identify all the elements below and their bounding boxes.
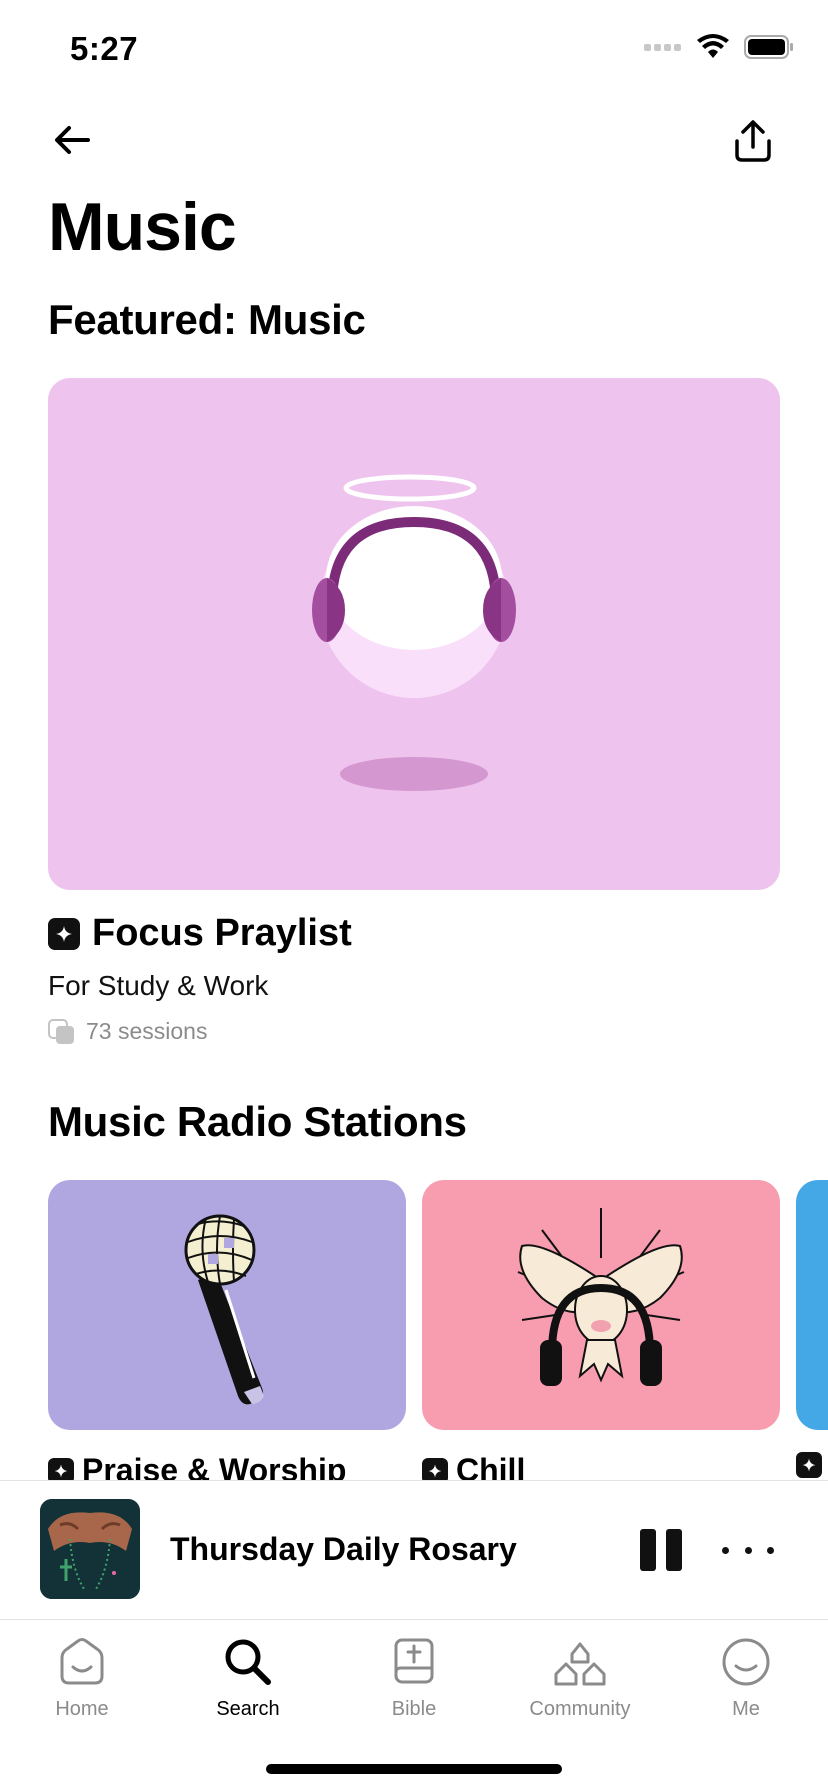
status-time: 5:27 (70, 30, 139, 67)
featured-subtitle: For Study & Work (48, 970, 269, 1001)
microphone-illustration (184, 1214, 264, 1405)
arrow-left-icon (55, 126, 90, 154)
pause-icon-bar (666, 1529, 682, 1571)
headphones-halo-illustration (312, 474, 516, 791)
status-bar: 5:27 (0, 0, 828, 100)
bible-icon (394, 1638, 434, 1684)
station-label-row-third[interactable] (796, 1452, 822, 1478)
status-icons (644, 34, 794, 60)
featured-title-row[interactable]: Focus Praylist (48, 912, 352, 955)
share-icon (735, 120, 771, 162)
radio-section-title: Music Radio Stations (48, 1098, 467, 1145)
battery-icon (744, 35, 793, 59)
sessions-count: 73 sessions (86, 1018, 208, 1044)
featured-section-title: Featured: Music (48, 296, 366, 343)
station-card-praise-worship[interactable] (48, 1180, 406, 1430)
more-dot-icon (767, 1546, 774, 1554)
tab-label: Me (732, 1698, 760, 1720)
more-options-button[interactable] (722, 1535, 774, 1565)
home-indicator (266, 1764, 562, 1774)
pause-icon-bar (640, 1529, 656, 1571)
tab-label: Community (529, 1698, 631, 1720)
dove-headphones-illustration (517, 1208, 685, 1386)
tab-me[interactable]: Me (676, 1632, 816, 1721)
tab-home[interactable]: Home (12, 1632, 152, 1721)
featured-sessions: 73 sessions (48, 1018, 207, 1045)
tab-community[interactable]: Community (510, 1632, 650, 1721)
profile-smile-icon (722, 1638, 770, 1686)
page-title: Music (48, 189, 237, 265)
featured-card[interactable] (48, 378, 780, 890)
featured-title: Focus Praylist (92, 912, 352, 954)
mini-player[interactable]: Thursday Daily Rosary (0, 1480, 828, 1620)
tab-label: Home (55, 1698, 109, 1720)
tab-label: Bible (391, 1698, 437, 1720)
station-card-third[interactable] (796, 1180, 828, 1430)
now-playing-title: Thursday Daily Rosary (170, 1531, 517, 1567)
back-button[interactable] (48, 118, 96, 162)
pause-button[interactable] (640, 1529, 686, 1571)
community-icon (554, 1642, 606, 1686)
tab-search[interactable]: Search (178, 1632, 318, 1721)
station-card-chill[interactable] (422, 1180, 780, 1430)
wifi-icon (697, 34, 729, 58)
home-smile-icon (60, 1638, 104, 1685)
premium-badge-icon (796, 1452, 822, 1478)
premium-badge-icon (48, 917, 80, 950)
search-icon (225, 1639, 271, 1685)
sessions-stack-icon (48, 1018, 74, 1044)
tab-bible[interactable]: Bible (344, 1632, 484, 1721)
share-button[interactable] (730, 116, 776, 166)
more-dot-icon (722, 1546, 729, 1554)
more-dot-icon (744, 1546, 752, 1554)
tab-label: Search (216, 1698, 280, 1720)
cellular-signal-icon (644, 44, 681, 51)
tab-bar: Home Search Bible Community Me (0, 1622, 828, 1742)
now-playing-artwork (40, 1499, 140, 1599)
